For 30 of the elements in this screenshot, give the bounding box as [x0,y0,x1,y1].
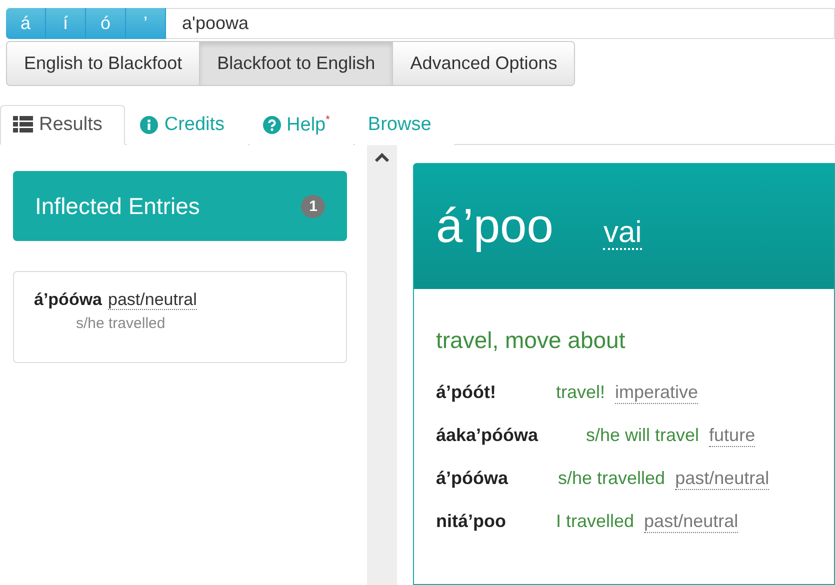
form-tag: future [709,425,756,447]
form-word: nitá’poo [436,511,507,532]
form-gloss: s/he will travel [586,425,700,446]
mode-button[interactable]: English to Blackfoot [6,40,200,86]
info-icon [140,116,158,134]
part-of-speech: vai [603,218,642,250]
form-tag: past/neutral [108,290,197,310]
definition: travel, move about [436,327,626,354]
panel-title: Inflected Entries [35,192,200,220]
tab[interactable]: Results [0,104,126,145]
form-word: áaka’póówa [436,425,540,446]
mode-button[interactable]: Advanced Options [392,40,576,86]
entry-card[interactable]: á’póówa past/neutral s/he travelled [13,271,348,363]
form-word: á’póówa [436,468,510,489]
help-icon [262,116,281,134]
list-icon [13,116,33,134]
caret-up-icon[interactable] [374,153,390,163]
form-tag: imperative [615,382,698,404]
search-field[interactable]: a'poowa [166,8,835,38]
form-tag: past/neutral [675,468,770,490]
form-word: á’póót! [436,382,497,403]
mode-button[interactable]: Blackfoot to English [199,40,394,86]
form-tag: past/neutral [644,511,738,533]
headword: á’poo [436,199,554,254]
entry-word: á’póówa [34,290,102,309]
entry-gloss: s/he travelled [76,315,166,332]
form-gloss: s/he travelled [558,468,666,489]
form-gloss: travel! [556,382,606,403]
count-badge: 1 [301,194,326,218]
form-gloss: I travelled [556,511,634,532]
